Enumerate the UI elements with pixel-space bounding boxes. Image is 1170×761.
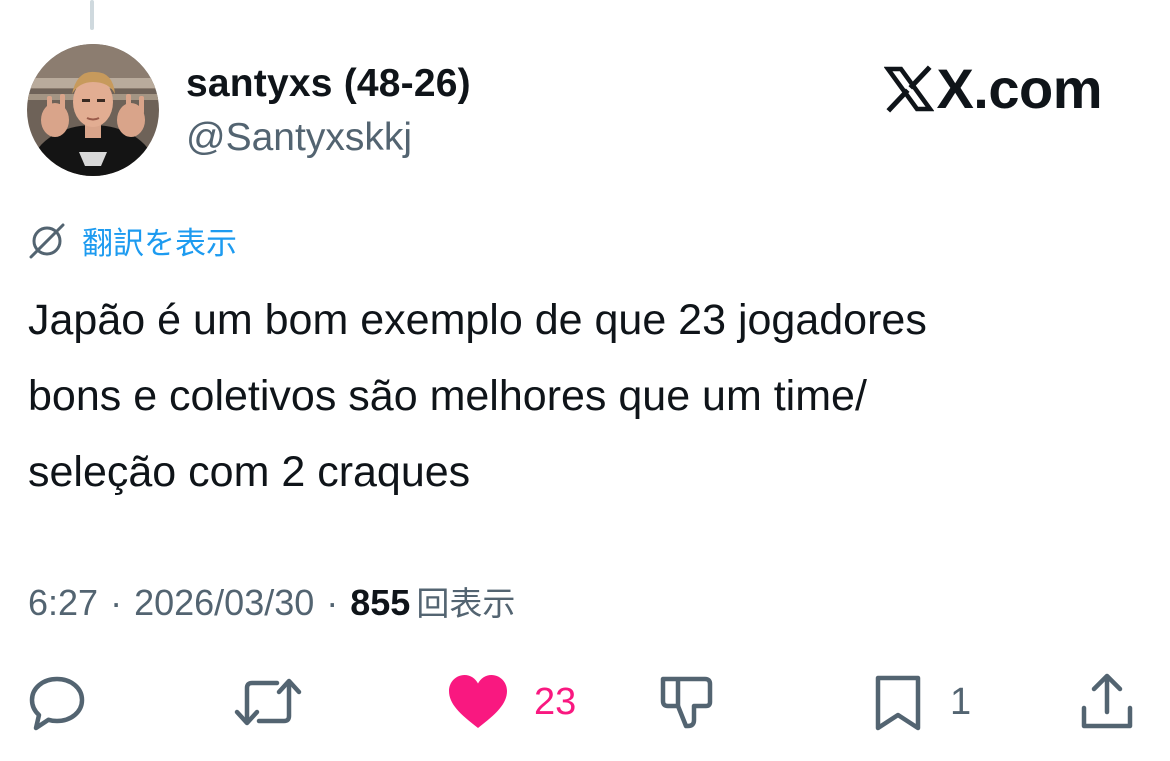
like-count: 23 (534, 680, 577, 723)
tweet-action-bar: 23 1 (0, 670, 1170, 734)
views-label: 回表示 (416, 584, 516, 623)
author-handle[interactable]: @Santyxskkj (186, 116, 412, 160)
show-translation-link[interactable]: 翻訳を表示 (28, 218, 237, 263)
reply-icon (29, 676, 85, 731)
author-display-name[interactable]: santyxs (48-26) (186, 62, 471, 106)
bookmark-icon (875, 675, 921, 731)
x-logo-icon (884, 64, 935, 113)
avatar[interactable] (27, 44, 159, 176)
heart-icon (449, 675, 507, 728)
meta-separator: · (110, 582, 123, 623)
tweet-time[interactable]: 6:27 (28, 582, 98, 624)
dislike-button[interactable] (658, 670, 718, 734)
bookmark-button[interactable]: 1 (870, 670, 971, 734)
reply-button[interactable] (27, 670, 111, 734)
thumbs-down-icon (660, 676, 713, 729)
retweet-button[interactable] (233, 670, 327, 734)
views-count[interactable]: 855 (350, 582, 410, 624)
tweet-text-line: bons e coletivos são melhores que um tim… (28, 372, 867, 420)
tweet-metadata: 6:27 · 2026/03/30 · 855 回表示 (28, 577, 515, 625)
globe-slash-icon (29, 223, 65, 258)
tweet-date[interactable]: 2026/03/30 (134, 582, 314, 624)
meta-separator: · (326, 582, 339, 623)
like-button[interactable]: 23 (446, 670, 576, 734)
brand-text: X.com (936, 57, 1102, 120)
retweet-icon (234, 678, 302, 726)
translate-label: 翻訳を表示 (82, 226, 237, 262)
tweet-text: Japão é um bom exemplo de que 23 jogador… (28, 282, 1138, 510)
tweet-text-line: Japão é um bom exemplo de que 23 jogador… (28, 296, 927, 344)
avatar-photo (27, 44, 159, 176)
bookmark-count: 1 (950, 680, 972, 723)
tweet-text-line: seleção com 2 craques (28, 448, 471, 496)
thread-connector-line (90, 0, 94, 30)
share-icon (1081, 673, 1133, 729)
x-com-watermark: X.com (884, 56, 1102, 121)
share-button[interactable] (1077, 670, 1137, 734)
